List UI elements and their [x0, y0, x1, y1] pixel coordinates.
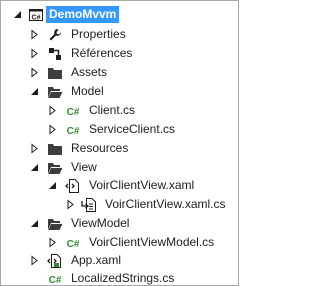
tree-node-references[interactable]: Références — [1, 44, 238, 63]
references-icon — [47, 46, 63, 62]
tree-node-voirclientview-xaml-cs[interactable]: VoirClientView.xaml.cs — [1, 195, 238, 214]
svg-text:C#: C# — [49, 275, 62, 286]
code-behind-file-icon — [81, 197, 97, 213]
tree-node-label: VoirClientViewModel.cs — [89, 235, 215, 249]
tree-node-viewmodel[interactable]: ViewModel — [1, 214, 238, 233]
folder-open-icon — [47, 216, 63, 232]
folder-icon — [47, 141, 63, 157]
tree-node-voirclientviewmodel-cs[interactable]: C# VoirClientViewModel.cs — [1, 233, 238, 252]
tree-node-view[interactable]: View — [1, 158, 238, 177]
tree-node-serviceclient-cs[interactable]: C# ServiceClient.cs — [1, 120, 238, 139]
csharp-file-icon: C# — [65, 235, 81, 251]
expand-arrow-icon[interactable] — [65, 199, 76, 210]
expand-arrow-icon[interactable] — [47, 105, 58, 116]
expand-arrow-icon[interactable] — [29, 48, 40, 59]
tree-node-label: ViewModel — [71, 216, 130, 230]
tree-node-label: Model — [71, 84, 104, 98]
collapse-arrow-icon[interactable] — [29, 86, 40, 97]
csharp-file-icon: C# — [47, 271, 63, 286]
collapse-arrow-icon[interactable] — [29, 162, 40, 173]
svg-text:C#: C# — [67, 239, 80, 250]
expand-arrow-icon[interactable] — [29, 143, 40, 154]
csharp-project-icon: C# — [28, 7, 44, 23]
tree-node-model[interactable]: Model — [1, 82, 238, 101]
tree-node-label: View — [71, 160, 97, 174]
tree-node-properties[interactable]: Properties — [1, 25, 238, 44]
expand-arrow-icon[interactable] — [29, 67, 40, 78]
expand-arrow-icon[interactable] — [29, 29, 40, 40]
tree-node-client-cs[interactable]: C# Client.cs — [1, 101, 238, 120]
tree-node-label: Resources — [71, 141, 129, 155]
xaml-file-icon — [65, 178, 81, 194]
tree-node-label: LocalizedStrings.cs — [71, 271, 175, 285]
csharp-file-icon: C# — [65, 122, 81, 138]
tree-node-voirclientview-xaml[interactable]: VoirClientView.xaml — [1, 176, 238, 195]
collapse-arrow-icon[interactable] — [29, 218, 40, 229]
wrench-icon — [47, 27, 63, 43]
tree-node-assets[interactable]: Assets — [1, 63, 238, 82]
folder-open-icon — [47, 84, 63, 100]
folder-open-icon — [47, 160, 63, 176]
tree-node-label: App.xaml — [71, 253, 122, 267]
app-xaml-icon — [47, 253, 63, 269]
svg-text:C#: C# — [67, 126, 80, 137]
collapse-arrow-icon[interactable] — [47, 180, 58, 191]
svg-text:C#: C# — [32, 15, 41, 22]
tree-node-label: Assets — [71, 65, 108, 79]
tree-node-label: VoirClientView.xaml — [89, 178, 195, 192]
tree-node-label: VoirClientView.xaml.cs — [105, 197, 226, 211]
tree-node-label: DemoMvvm — [46, 6, 120, 23]
tree-node-resources[interactable]: Resources — [1, 139, 238, 158]
tree-node-demomvvm[interactable]: C# DemoMvvm — [1, 5, 238, 24]
tree-node-app-xaml[interactable]: App.xaml — [1, 251, 238, 270]
csharp-file-icon: C# — [65, 103, 81, 119]
tree-node-label: Références — [71, 46, 133, 60]
tree-node-label: Client.cs — [89, 103, 136, 117]
collapse-arrow-icon[interactable] — [12, 9, 23, 20]
tree-node-label: Properties — [71, 27, 126, 41]
expand-arrow-icon[interactable] — [29, 255, 40, 266]
solution-explorer-tree: C# DemoMvvm Properties Références Assets… — [0, 0, 239, 286]
expand-arrow-icon[interactable] — [47, 237, 58, 248]
svg-text:C#: C# — [67, 107, 80, 118]
folder-icon — [47, 65, 63, 81]
tree-node-label: ServiceClient.cs — [89, 122, 176, 136]
tree-node-localizedstrings-cs[interactable]: C# LocalizedStrings.cs — [1, 269, 238, 286]
expand-arrow-icon[interactable] — [47, 124, 58, 135]
